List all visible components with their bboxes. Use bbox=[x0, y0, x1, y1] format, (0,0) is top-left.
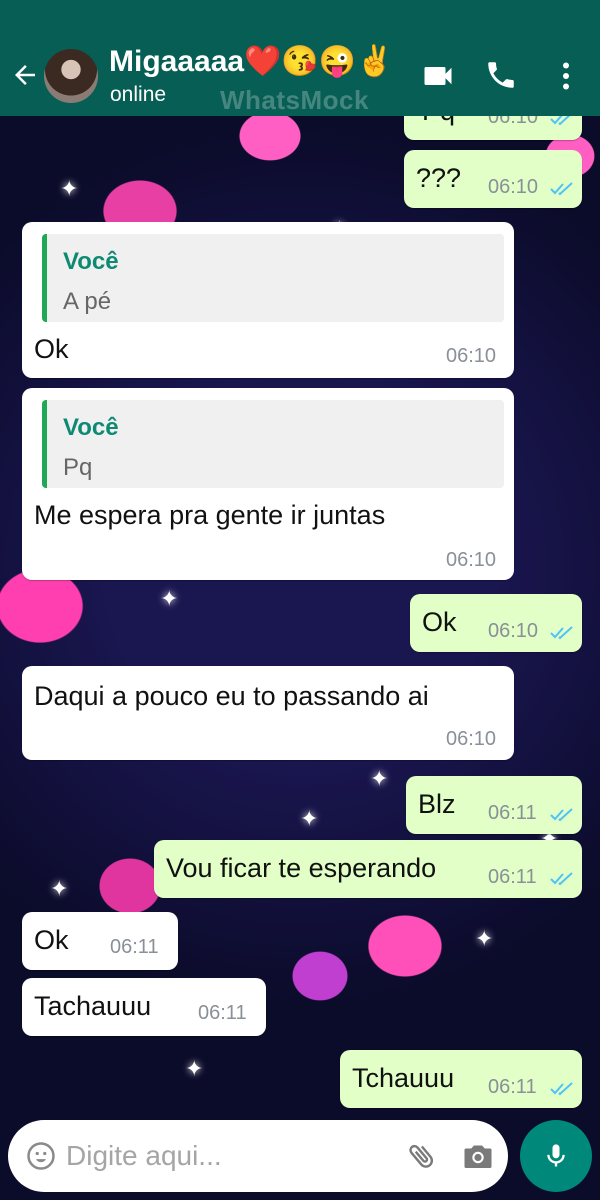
decor-star: ✦ bbox=[185, 1056, 204, 1081]
message-text: Pq bbox=[422, 116, 455, 127]
decor-star: ✦ bbox=[300, 806, 319, 831]
chat-header: Migaaaaa❤️😘😜✌️ online WhatsMock bbox=[0, 36, 600, 116]
message-time: 06:10 bbox=[488, 620, 539, 642]
message-outgoing[interactable]: ??? 06:10 bbox=[404, 150, 582, 208]
message-time: 06:10 bbox=[446, 728, 497, 750]
message-outgoing[interactable]: Blz 06:11 bbox=[406, 776, 582, 834]
contact-name[interactable]: Migaaaaa❤️😘😜✌️ bbox=[109, 44, 394, 79]
read-ticks-icon bbox=[550, 626, 573, 640]
message-text: Tchauuu bbox=[352, 1063, 455, 1093]
message-text: Ok bbox=[422, 607, 457, 637]
quote-text: A pé bbox=[63, 288, 112, 315]
chat-area[interactable]: ✦ ✦ ✦ ✦ ✦ ✦ ✦ ✦ ✦ ✦ Pq 06:10 ??? 06:10 V… bbox=[0, 116, 600, 1120]
emoji-icon[interactable] bbox=[26, 1141, 56, 1171]
message-text: Ok bbox=[34, 925, 69, 955]
read-ticks-icon bbox=[550, 1082, 573, 1096]
message-text: Me espera pra gente ir juntas bbox=[34, 500, 386, 530]
message-time: 06:11 bbox=[198, 1002, 247, 1024]
quoted-message[interactable]: Você Pq bbox=[42, 400, 504, 488]
quote-author: Você bbox=[63, 248, 119, 275]
message-time: 06:11 bbox=[488, 802, 537, 824]
mic-button[interactable] bbox=[520, 1120, 592, 1192]
mic-icon bbox=[547, 1144, 565, 1167]
message-outgoing[interactable]: Tchauuu 06:11 bbox=[340, 1050, 582, 1108]
message-time: 06:11 bbox=[110, 936, 159, 958]
message-outgoing[interactable]: Pq 06:10 bbox=[404, 116, 582, 140]
decor-star: ✦ bbox=[160, 586, 179, 611]
message-time: 06:10 bbox=[446, 549, 497, 571]
quote-author: Você bbox=[63, 414, 119, 441]
read-ticks-icon bbox=[550, 872, 573, 886]
back-arrow-icon[interactable] bbox=[10, 60, 40, 90]
watermark: WhatsMock bbox=[220, 85, 369, 115]
decor-star: ✦ bbox=[60, 176, 79, 201]
contact-status: online bbox=[110, 83, 167, 106]
message-outgoing[interactable]: Vou ficar te esperando 06:11 bbox=[154, 840, 582, 898]
message-time: 06:11 bbox=[488, 866, 537, 888]
message-time: 06:10 bbox=[446, 345, 497, 367]
message-text: Blz bbox=[418, 789, 456, 819]
message-time: 06:10 bbox=[488, 176, 539, 198]
decor-star: ✦ bbox=[475, 926, 494, 951]
message-text: Daqui a pouco eu to passando ai bbox=[34, 681, 429, 711]
status-bar bbox=[0, 0, 600, 36]
read-ticks-icon bbox=[550, 182, 573, 196]
message-time: 06:10 bbox=[488, 116, 539, 128]
message-text: ??? bbox=[416, 163, 462, 193]
quoted-message[interactable]: Você A pé bbox=[42, 234, 504, 322]
camera-icon[interactable] bbox=[460, 1138, 496, 1174]
video-call-icon[interactable] bbox=[420, 58, 456, 94]
read-ticks-icon bbox=[550, 116, 571, 126]
quote-text: Pq bbox=[63, 454, 93, 481]
message-composer[interactable]: Digite aqui... bbox=[8, 1120, 508, 1192]
message-incoming-reply[interactable]: Você A pé Ok 06:10 bbox=[22, 222, 514, 378]
message-time: 06:11 bbox=[488, 1076, 537, 1098]
message-incoming[interactable]: Ok 06:11 bbox=[22, 912, 178, 970]
attach-icon[interactable] bbox=[406, 1140, 438, 1172]
avatar[interactable] bbox=[44, 49, 98, 103]
more-vert-icon[interactable] bbox=[548, 58, 584, 94]
message-input[interactable]: Digite aqui... bbox=[66, 1140, 222, 1172]
read-ticks-icon bbox=[550, 808, 573, 822]
message-incoming[interactable]: Tachauuu 06:11 bbox=[22, 978, 266, 1036]
message-incoming[interactable]: Daqui a pouco eu to passando ai 06:10 bbox=[22, 666, 514, 760]
message-text: Vou ficar te esperando bbox=[166, 853, 437, 883]
message-text: Ok bbox=[34, 334, 69, 364]
phone-icon[interactable] bbox=[484, 58, 520, 94]
message-outgoing[interactable]: Ok 06:10 bbox=[410, 594, 582, 652]
message-incoming-reply[interactable]: Você Pq Me espera pra gente ir juntas 06… bbox=[22, 388, 514, 580]
decor-star: ✦ bbox=[50, 876, 69, 901]
message-text: Tachauuu bbox=[34, 991, 152, 1021]
decor-star: ✦ bbox=[370, 766, 389, 791]
